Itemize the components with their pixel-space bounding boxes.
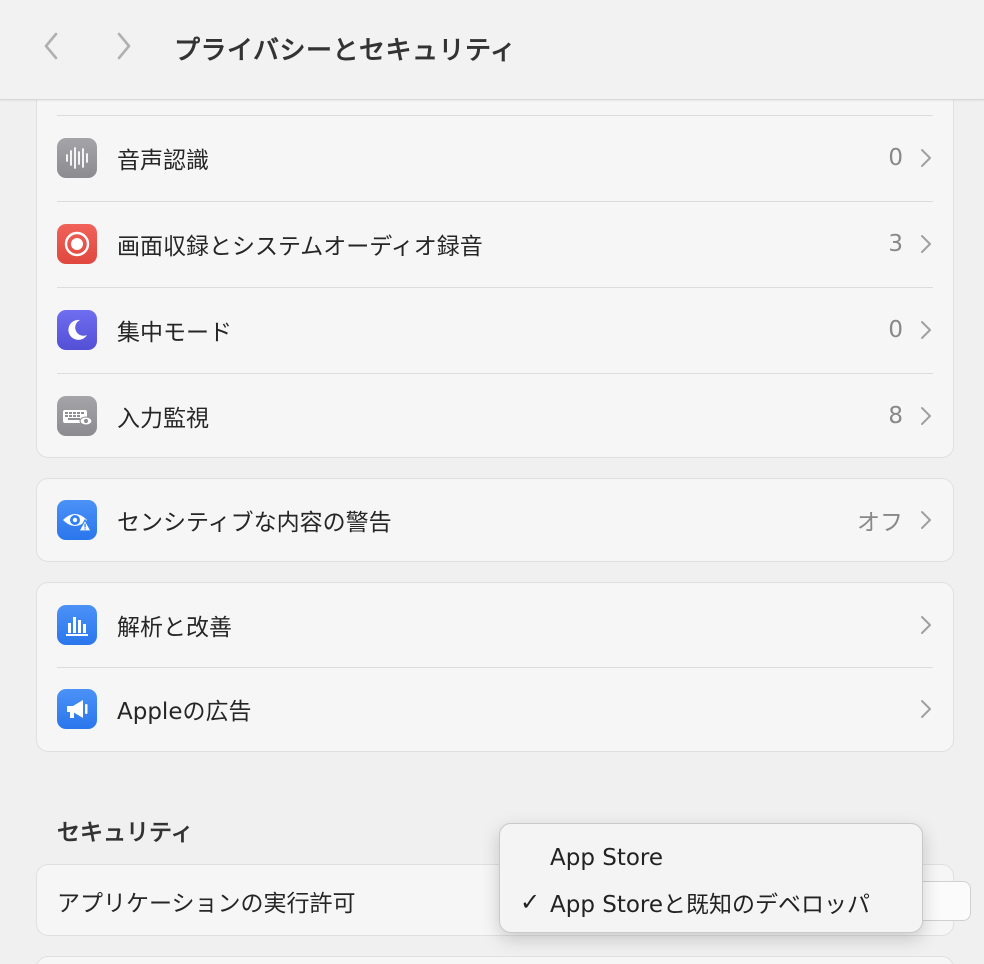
menu-option-app-store-and-known-developers[interactable]: ✓ App Storeと既知のデベロッパ: [500, 880, 922, 924]
privacy-group-1: 音声認識 0 画面収録とシステムオーディオ録音 3 集中モード 0 入力監視 8: [36, 100, 954, 458]
app-permission-dropdown-menu: App Store ✓ App Storeと既知のデベロッパ: [499, 823, 923, 933]
menu-option-label: App Storeと既知のデベロッパ: [550, 892, 871, 918]
eye-warning-icon: [57, 500, 97, 540]
chevron-right-icon: [921, 235, 931, 253]
privacy-group-3: 解析と改善 Appleの広告: [36, 582, 954, 752]
list-item-screen-recording[interactable]: 画面収録とシステムオーディオ録音 3: [37, 201, 953, 287]
row-count: 3: [888, 231, 903, 257]
chevron-right-icon: [921, 149, 931, 167]
row-label: センシティブな内容の警告: [117, 510, 392, 536]
bar-chart-icon: [57, 605, 97, 645]
row-count: 8: [888, 403, 903, 429]
row-label: Appleの広告: [117, 699, 252, 725]
page-title: プライバシーとセキュリティ: [174, 36, 517, 66]
chevron-right-icon: [117, 32, 131, 60]
list-item-focus[interactable]: 集中モード 0: [37, 287, 953, 373]
toolbar: プライバシーとセキュリティ: [0, 0, 984, 100]
row-status: オフ: [857, 510, 903, 536]
keyboard-eye-icon: [57, 396, 97, 436]
list-item-speech-recognition[interactable]: 音声認識 0: [37, 115, 953, 201]
section-title-security: セキュリティ: [57, 820, 194, 846]
row-count: 0: [888, 317, 903, 343]
privacy-group-2: センシティブな内容の警告 オフ: [36, 478, 954, 562]
megaphone-icon: [57, 689, 97, 729]
row-label: 音声認識: [117, 148, 209, 174]
app-permission-label: アプリケーションの実行許可: [57, 891, 356, 917]
row-label: 集中モード: [117, 320, 232, 346]
menu-option-label: App Store: [550, 845, 664, 871]
row-label: 解析と改善: [117, 615, 232, 641]
row-label: 入力監視: [117, 406, 209, 432]
record-icon: [57, 224, 97, 264]
list-item-analytics[interactable]: 解析と改善: [37, 583, 953, 667]
checkmark-icon: ✓: [520, 888, 541, 916]
list-item-sensitive-content-warning[interactable]: センシティブな内容の警告 オフ: [37, 479, 953, 561]
list-item-input-monitoring[interactable]: 入力監視 8: [37, 373, 953, 459]
forward-button[interactable]: [106, 28, 142, 64]
moon-icon: [57, 310, 97, 350]
list-item-apple-advertising[interactable]: Appleの広告: [37, 667, 953, 751]
chevron-right-icon: [921, 700, 931, 718]
waveform-icon: [57, 138, 97, 178]
menu-option-app-store[interactable]: App Store: [500, 836, 922, 880]
back-button[interactable]: [34, 28, 70, 64]
chevron-right-icon: [921, 321, 931, 339]
chevron-right-icon: [921, 511, 931, 529]
row-label: 画面収録とシステムオーディオ録音: [117, 234, 483, 260]
chevron-right-icon: [921, 407, 931, 425]
row-count: 0: [888, 145, 903, 171]
chevron-right-icon: [921, 616, 931, 634]
chevron-left-icon: [44, 32, 58, 60]
next-group-partial: [36, 956, 954, 964]
list-item-hidden-top: [37, 100, 953, 115]
